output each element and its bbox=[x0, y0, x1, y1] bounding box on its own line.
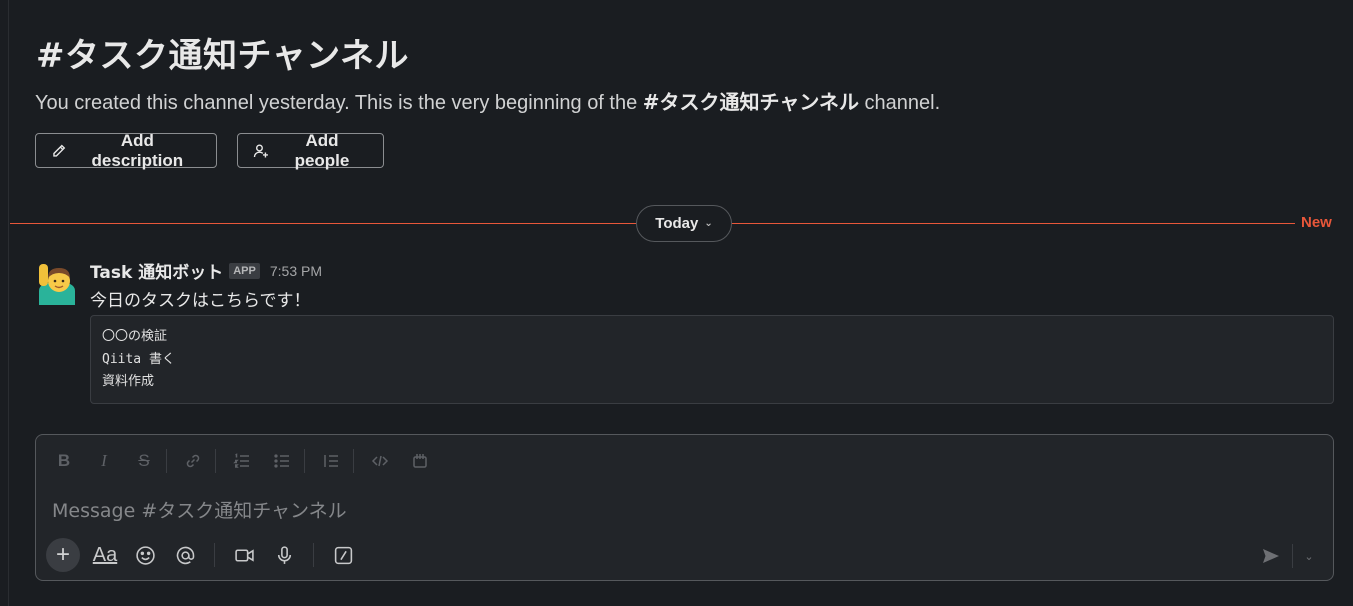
send-controls: ⌄ bbox=[1256, 543, 1319, 569]
date-divider-line bbox=[730, 223, 1295, 224]
new-messages-label: New bbox=[1301, 214, 1332, 231]
ordered-list-icon[interactable] bbox=[228, 447, 256, 475]
message-composer: B I S Message #タスク通知チャンネル + Aa ⌄ bbox=[35, 434, 1334, 581]
code-line: 資料作成 bbox=[102, 374, 155, 389]
add-description-label: Add description bbox=[91, 130, 184, 170]
formatting-icon[interactable]: Aa bbox=[90, 540, 120, 570]
sender-name[interactable]: Task 通知ボット bbox=[90, 258, 223, 283]
toolbar-separator bbox=[313, 543, 314, 567]
message-header: Task 通知ボット APP 7:53 PM bbox=[90, 258, 322, 283]
link-icon[interactable] bbox=[179, 447, 207, 475]
code-block: 〇〇の検証 Qiita 書く 資料作成 bbox=[90, 315, 1334, 404]
toolbar-separator bbox=[215, 449, 216, 473]
composer-actions: + Aa bbox=[46, 537, 368, 573]
avatar[interactable] bbox=[35, 261, 79, 305]
channel-view: #タスク通知チャンネル You created this channel yes… bbox=[0, 0, 1353, 606]
chevron-down-icon[interactable]: ⌄ bbox=[1299, 543, 1319, 569]
intro-text-after: channel. bbox=[858, 92, 941, 114]
emoji-icon[interactable] bbox=[130, 540, 160, 570]
add-description-button[interactable]: Add description bbox=[35, 130, 217, 170]
intro-channel-name[interactable]: #タスク通知チャンネル bbox=[643, 90, 859, 114]
formatting-toolbar: B I S bbox=[50, 447, 446, 475]
code-block-icon[interactable] bbox=[406, 447, 434, 475]
toolbar-separator bbox=[214, 543, 215, 567]
date-jump-button[interactable]: Today ⌄ bbox=[636, 205, 732, 242]
formatting-label: Aa bbox=[92, 543, 118, 566]
toolbar-separator bbox=[166, 449, 167, 473]
microphone-icon[interactable] bbox=[269, 540, 299, 570]
sidebar-edge bbox=[8, 0, 9, 606]
toolbar-separator bbox=[304, 449, 305, 473]
blockquote-icon[interactable] bbox=[317, 447, 345, 475]
pencil-icon bbox=[53, 144, 66, 157]
date-label: Today bbox=[655, 215, 699, 232]
app-badge: APP bbox=[229, 262, 260, 279]
slash-command-icon[interactable] bbox=[328, 540, 358, 570]
channel-title: #タスク通知チャンネル bbox=[36, 36, 409, 76]
strikethrough-icon[interactable]: S bbox=[130, 447, 158, 475]
code-icon[interactable] bbox=[366, 447, 394, 475]
toolbar-separator bbox=[353, 449, 354, 473]
add-person-icon bbox=[253, 144, 268, 157]
toolbar-separator bbox=[1292, 544, 1293, 568]
message-input[interactable]: Message #タスク通知チャンネル bbox=[52, 496, 347, 523]
code-line: Qiita 書く bbox=[102, 351, 175, 367]
chevron-down-icon: ⌄ bbox=[704, 218, 713, 229]
intro-text-before: You created this channel yesterday. This… bbox=[35, 92, 643, 114]
mention-icon[interactable] bbox=[170, 540, 200, 570]
message-timestamp[interactable]: 7:53 PM bbox=[270, 263, 322, 279]
date-divider-line bbox=[10, 223, 638, 224]
video-icon[interactable] bbox=[229, 540, 259, 570]
bulleted-list-icon[interactable] bbox=[268, 447, 296, 475]
italic-icon[interactable]: I bbox=[90, 447, 118, 475]
code-line: 〇〇の検証 bbox=[102, 329, 168, 344]
add-people-button[interactable]: Add people bbox=[237, 130, 384, 170]
channel-intro: You created this channel yesterday. This… bbox=[35, 86, 940, 115]
add-people-label: Add people bbox=[294, 130, 350, 170]
bold-icon[interactable]: B bbox=[50, 447, 78, 475]
send-icon[interactable] bbox=[1256, 543, 1286, 569]
message-text: 今日のタスクはこちらです！ bbox=[90, 291, 311, 311]
plus-icon[interactable]: + bbox=[46, 538, 80, 572]
